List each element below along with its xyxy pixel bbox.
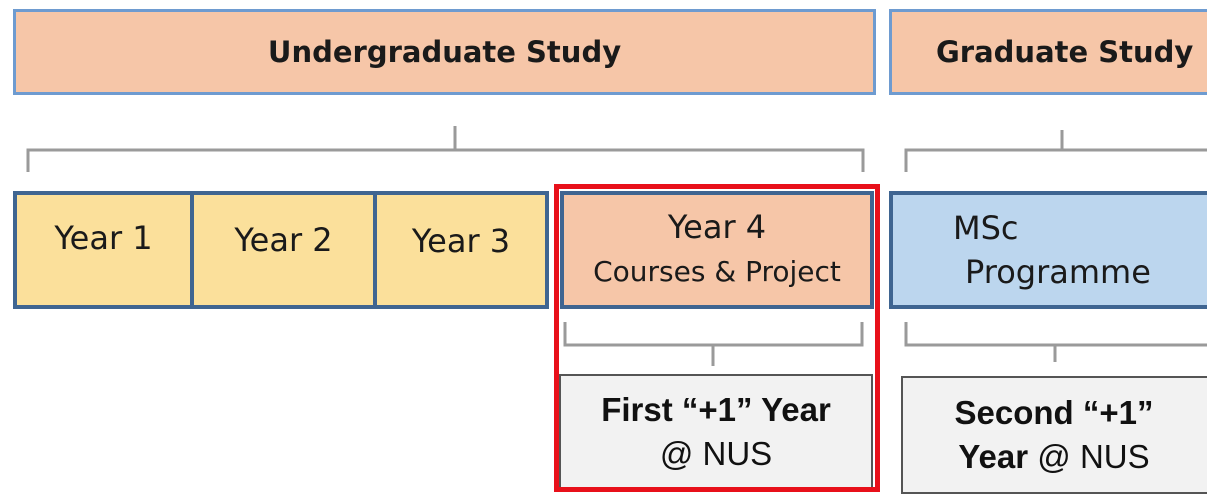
second-plus-one-year: Year	[958, 438, 1029, 475]
highlight-frame	[554, 184, 880, 492]
second-plus-one-box: Second “+1” Year @ NUS	[901, 376, 1207, 494]
year-1-label: Year 1	[54, 219, 153, 257]
msc-brace	[904, 322, 1207, 362]
second-plus-one-line2: Year @ NUS	[958, 435, 1149, 479]
second-plus-one-title: Second “+1”	[954, 394, 1154, 431]
year-3-label: Year 3	[411, 222, 511, 260]
year-2-block: Year 2	[190, 191, 377, 309]
undergraduate-brace	[26, 126, 865, 172]
year-3-block: Year 3	[373, 191, 549, 309]
year-1-block: Year 1	[13, 191, 194, 309]
programme-label: Programme	[965, 253, 1151, 291]
graduate-brace	[904, 130, 1207, 172]
msc-label: MSc	[953, 209, 1019, 247]
msc-programme-block: MSc Programme	[889, 191, 1207, 309]
year-2-label: Year 2	[234, 221, 333, 259]
second-plus-one-location: @ NUS	[1028, 438, 1150, 475]
